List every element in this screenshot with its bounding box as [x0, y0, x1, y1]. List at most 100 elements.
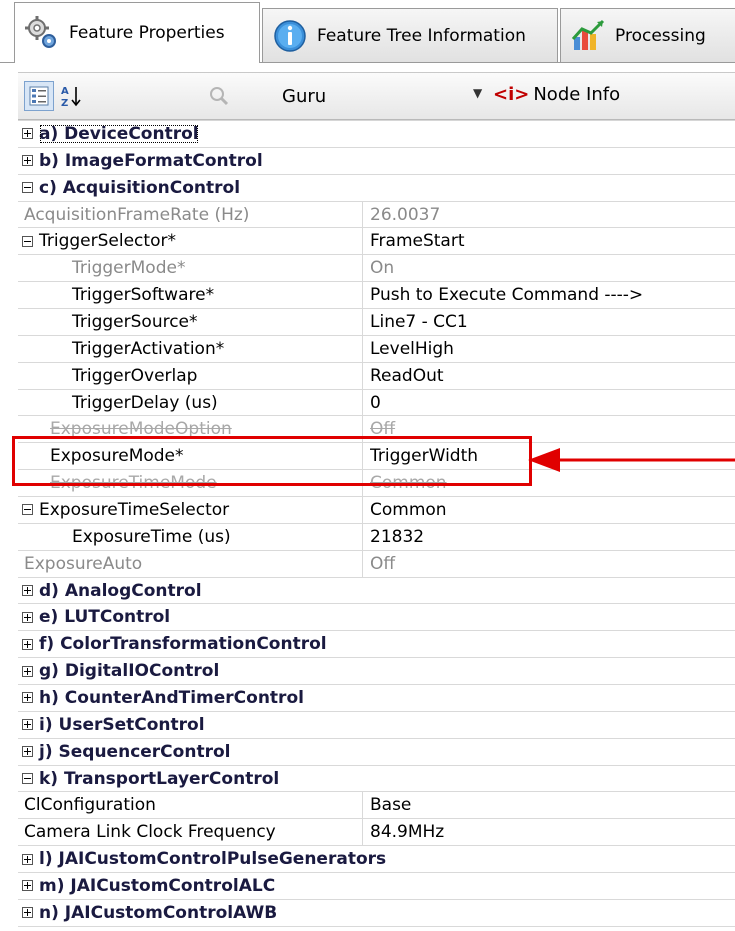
expand-icon[interactable] [22, 585, 33, 597]
property-value-cell: Off [370, 551, 735, 577]
collapse-icon[interactable] [22, 235, 33, 247]
category-name-cell: h) CounterAndTimerControl [18, 685, 735, 711]
category-row[interactable]: j) SequencerControl [18, 739, 735, 766]
property-value-cell[interactable]: ReadOut [370, 363, 735, 389]
expand-icon[interactable] [22, 907, 33, 919]
category-row[interactable]: c) AcquisitionControl [18, 175, 735, 202]
svg-text:A: A [61, 86, 69, 97]
category-row[interactable]: m) JAICustomControlALC [18, 873, 735, 900]
collapse-icon[interactable] [22, 182, 33, 194]
search-button[interactable] [204, 81, 234, 111]
category-row[interactable]: d) AnalogControl [18, 578, 735, 605]
property-row[interactable]: Camera Link Clock Frequency 84.9MHz [18, 819, 735, 847]
category-row[interactable]: h) CounterAndTimerControl [18, 685, 735, 712]
expand-icon[interactable] [22, 638, 33, 650]
gears-icon [25, 16, 56, 48]
property-row[interactable]: TriggerSelector* FrameStart [18, 228, 735, 256]
category-name-cell: k) TransportLayerControl [18, 766, 735, 792]
node-info-button[interactable]: <i> Node Info [493, 84, 620, 105]
categorized-view-button[interactable] [24, 81, 54, 111]
property-label: TriggerActivation* [72, 338, 225, 359]
property-name-cell: AcquisitionFrameRate (Hz) [18, 201, 363, 228]
expand-icon[interactable] [22, 155, 33, 167]
property-value: 21832 [370, 526, 425, 547]
tab-feature-properties[interactable]: Feature Properties [14, 2, 260, 63]
property-name-cell: TriggerSource* [18, 309, 363, 335]
property-label: TriggerSource* [72, 311, 198, 332]
tab-label: Feature Tree Information [317, 25, 526, 46]
expand-icon[interactable] [22, 128, 33, 140]
property-value-cell[interactable]: 0 [370, 390, 735, 416]
property-value-cell: On [370, 255, 735, 281]
property-toolbar: A Z Guru ▼ <i> Node Info [18, 72, 735, 120]
property-row[interactable]: TriggerMode* On [18, 255, 735, 283]
category-row[interactable]: a) DeviceControl [18, 121, 735, 148]
category-row[interactable]: g) DigitalIOControl [18, 658, 735, 686]
property-value-cell[interactable]: Line7 - CC1 [370, 309, 735, 335]
property-row[interactable]: TriggerActivation* LevelHigh [18, 335, 735, 363]
property-label: Camera Link Clock Frequency [24, 822, 276, 843]
category-name-cell: a) DeviceControl [18, 121, 735, 147]
property-row[interactable]: TriggerOverlap ReadOut [18, 362, 735, 390]
info-icon [274, 19, 306, 52]
category-row[interactable]: l) JAICustomControlPulseGenerators [18, 846, 735, 874]
property-value-cell[interactable]: 84.9MHz [370, 819, 735, 845]
sort-alphabetical-button[interactable]: A Z [56, 81, 86, 111]
property-row[interactable]: ClConfiguration Base [18, 792, 735, 820]
collapse-icon[interactable] [22, 504, 33, 516]
expand-icon[interactable] [22, 719, 33, 731]
visibility-select[interactable]: Guru [282, 86, 326, 107]
property-row[interactable]: TriggerSource* Line7 - CC1 [18, 309, 735, 336]
property-row[interactable]: ExposureTime (us) 21832 [18, 523, 735, 551]
property-label: TriggerMode* [72, 258, 186, 279]
property-label: ExposureTimeMode [50, 473, 217, 494]
chevron-down-icon[interactable]: ▼ [473, 86, 482, 100]
property-value-cell[interactable]: Base [370, 792, 735, 818]
property-value-cell[interactable]: LevelHigh [370, 336, 735, 362]
property-value: Push to Execute Command ----> [370, 285, 644, 306]
property-label: ExposureMode* [50, 446, 184, 467]
property-value: Common [370, 473, 447, 494]
red-arrow-annotation [528, 448, 735, 472]
property-row[interactable]: ExposureTimeSelector Common [18, 497, 735, 524]
property-label: TriggerSelector* [39, 231, 176, 252]
category-row[interactable]: f) ColorTransformationControl [18, 631, 735, 659]
property-label: ExposureModeOption [50, 419, 232, 440]
expand-icon[interactable] [22, 665, 33, 677]
collapse-icon[interactable] [22, 773, 33, 785]
category-label: k) TransportLayerControl [39, 768, 280, 789]
expand-icon[interactable] [22, 746, 33, 758]
category-row[interactable]: i) UserSetControl [18, 712, 735, 739]
category-name-cell: c) AcquisitionControl [18, 175, 735, 201]
tab-feature-tree-information[interactable]: Feature Tree Information [262, 8, 558, 62]
category-name-cell: g) DigitalIOControl [18, 658, 735, 684]
property-value-cell[interactable]: FrameStart [370, 228, 735, 254]
search-icon [210, 87, 229, 106]
property-row[interactable]: TriggerDelay (us) 0 [18, 389, 735, 417]
property-label: TriggerSoftware* [72, 285, 215, 306]
property-row[interactable]: ExposureModeOption Off [18, 416, 735, 444]
expand-icon[interactable] [22, 611, 33, 623]
property-name-cell: ClConfiguration [18, 792, 363, 819]
expand-icon[interactable] [22, 880, 33, 892]
property-row[interactable]: AcquisitionFrameRate (Hz) 26.0037 [18, 201, 735, 229]
expand-icon[interactable] [22, 853, 33, 865]
category-name-cell: d) AnalogControl [18, 578, 735, 604]
tab-label: Processing [615, 25, 706, 46]
expand-icon[interactable] [22, 692, 33, 704]
category-row[interactable]: k) TransportLayerControl [18, 766, 735, 793]
property-value-cell[interactable]: Common [370, 497, 735, 523]
category-row[interactable]: b) ImageFormatControl [18, 148, 735, 175]
property-row[interactable]: TriggerSoftware* Push to Execute Command … [18, 282, 735, 310]
property-name-cell: TriggerDelay (us) [18, 389, 363, 416]
category-label: c) AcquisitionControl [39, 177, 241, 198]
property-name-cell: Camera Link Clock Frequency [18, 819, 363, 846]
property-value-cell[interactable]: Push to Execute Command ----> [370, 282, 735, 308]
category-row[interactable]: e) LUTControl [18, 604, 735, 632]
property-row[interactable]: ExposureTimeMode Common [18, 470, 735, 498]
property-row[interactable]: ExposureAuto Off [18, 550, 735, 578]
tab-processing[interactable]: Processing [560, 8, 735, 62]
category-row[interactable]: n) JAICustomControlAWB [18, 900, 735, 927]
property-value-cell[interactable]: 21832 [370, 524, 735, 550]
property-value-cell: Off [370, 416, 735, 442]
